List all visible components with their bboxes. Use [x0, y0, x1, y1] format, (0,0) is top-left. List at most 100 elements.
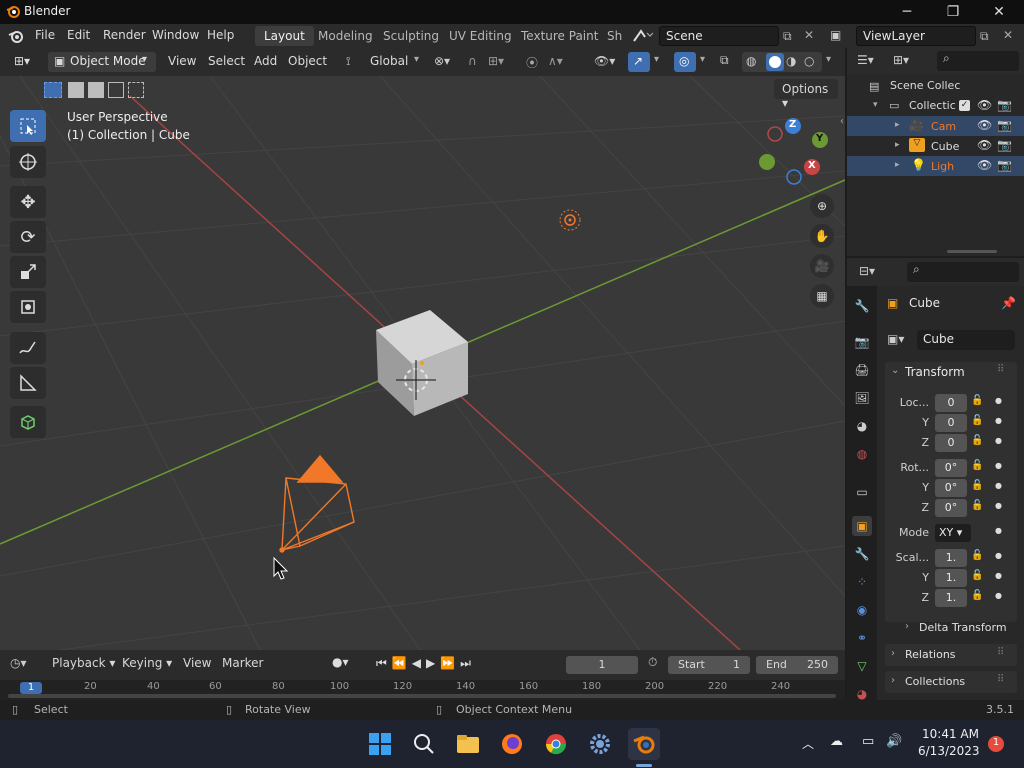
start-frame-field[interactable]: Start 1 [668, 656, 750, 674]
material-shading-icon[interactable]: ◑ [786, 54, 796, 68]
expand-icon[interactable]: ▾ [873, 100, 878, 110]
clock-date[interactable]: 6/13/2023 [918, 744, 980, 758]
timeline-scrollbar[interactable] [8, 694, 836, 698]
expand-icon[interactable]: ▸ [895, 120, 900, 130]
tab-shading[interactable]: Sh [598, 26, 631, 46]
scene-tab-icon[interactable]: ◕ [852, 416, 872, 436]
transform-orientation-dropdown[interactable]: Global [364, 52, 414, 72]
keyframe-dot-icon[interactable]: ● [995, 416, 1002, 425]
constraints-tab-icon[interactable]: ⚭ [852, 628, 872, 648]
chevron-down-icon[interactable]: ⌄ [891, 365, 899, 376]
select-intersect-icon[interactable] [128, 82, 144, 98]
filter-icon[interactable]: ⊞▾ [893, 53, 909, 67]
transform-header[interactable]: Transform [905, 365, 965, 379]
view-menu[interactable]: View [162, 52, 202, 72]
notification-badge[interactable]: 1 [988, 736, 1004, 752]
rotation-x-field[interactable]: 0° [935, 459, 967, 477]
pivot-point-icon[interactable]: ⊗▾ [434, 54, 450, 68]
rendered-shading-icon[interactable]: ○ [804, 54, 814, 68]
blender-taskbar-icon[interactable] [628, 728, 660, 760]
gizmo-toggle-icon[interactable]: ↗ [628, 52, 650, 72]
scene-name-field[interactable]: Scene [659, 26, 779, 46]
menu-render[interactable]: Render [103, 28, 146, 42]
location-z-field[interactable]: 0 [935, 434, 967, 452]
file-explorer-icon[interactable] [452, 728, 484, 760]
overlays-toggle-icon[interactable]: ◎ [674, 52, 696, 72]
add-cube-tool[interactable] [10, 406, 46, 438]
properties-search-input[interactable]: ⌕ [907, 262, 1019, 282]
particles-tab-icon[interactable]: ⁘ [852, 572, 872, 592]
camera-view-icon[interactable]: 🎥 [810, 254, 834, 278]
select-box-tool[interactable] [10, 110, 46, 142]
transform-tool[interactable] [10, 291, 46, 323]
select-invert-icon[interactable] [108, 82, 124, 98]
location-y-field[interactable]: 0 [935, 414, 967, 432]
rotation-y-field[interactable]: 0° [935, 479, 967, 497]
keyframe-dot-icon[interactable]: ● [995, 481, 1002, 490]
delta-transform-header[interactable]: Delta Transform [919, 621, 1007, 634]
menu-file[interactable]: File [35, 28, 55, 42]
sidebar-toggle-icon[interactable]: ‹ [840, 116, 844, 127]
rotation-z-field[interactable]: 0° [935, 499, 967, 517]
close-button[interactable]: ✕ [976, 0, 1022, 24]
keyframe-dot-icon[interactable]: ● [995, 436, 1002, 445]
end-frame-field[interactable]: End 250 [756, 656, 838, 674]
scale-x-field[interactable]: 1. [935, 549, 967, 567]
rotate-tool[interactable]: ⟳ [10, 221, 46, 253]
collections-header[interactable]: Collections [905, 675, 965, 688]
record-icon[interactable]: ●▾ [332, 655, 349, 669]
keyframe-dot-icon[interactable]: ● [995, 396, 1002, 405]
outliner-item-camera[interactable]: Cam [931, 120, 956, 133]
chevron-right-icon[interactable]: › [905, 621, 909, 632]
blender-menu-icon[interactable] [8, 28, 24, 47]
lock-icon[interactable]: 🔓 [971, 590, 983, 601]
menu-help[interactable]: Help [207, 28, 234, 42]
transform-orientation-icon[interactable]: ⟟ [346, 54, 350, 69]
drag-handle-icon[interactable]: ⠿ [997, 364, 1004, 375]
render-camera-icon[interactable]: 📷 [997, 138, 1012, 152]
tool-tab-icon[interactable]: 🔧 [852, 296, 872, 316]
cursor-tool[interactable] [10, 146, 46, 178]
keyframe-dot-icon[interactable]: ● [995, 526, 1002, 535]
falloff-icon[interactable]: ∧▾ [548, 54, 563, 68]
solid-shading-icon[interactable] [766, 53, 784, 71]
tab-modeling[interactable]: Modeling [309, 26, 382, 46]
measure-tool[interactable] [10, 367, 46, 399]
scale-z-field[interactable]: 1. [935, 589, 967, 607]
lock-icon[interactable]: 🔓 [971, 435, 983, 446]
tab-uv-editing[interactable]: UV Editing [440, 26, 521, 46]
timeline-view-menu[interactable]: View [183, 656, 211, 670]
tab-texture-paint[interactable]: Texture Paint [512, 26, 607, 46]
eye-icon[interactable]: 👁 [977, 158, 992, 172]
keyframe-dot-icon[interactable]: ● [995, 461, 1002, 470]
copy-scene-icon[interactable]: ⧉ [783, 29, 792, 44]
remove-view-layer-icon[interactable]: ✕ [1003, 28, 1013, 42]
keying-menu[interactable]: Keying ▾ [122, 656, 172, 670]
firefox-icon[interactable] [496, 728, 528, 760]
render-camera-icon[interactable]: 📷 [997, 118, 1012, 132]
wireframe-shading-icon[interactable]: ◍ [746, 54, 756, 68]
drag-handle-icon[interactable]: ⠿ [997, 674, 1004, 685]
copy-view-layer-icon[interactable]: ⧉ [980, 29, 989, 44]
physics-tab-icon[interactable]: ◉ [852, 600, 872, 620]
timeline-editor-icon[interactable]: ◷▾ [10, 656, 27, 670]
expand-icon[interactable]: ▸ [895, 160, 900, 170]
render-camera-icon[interactable]: 📷 [997, 98, 1012, 112]
drag-handle-icon[interactable]: ⠿ [997, 647, 1004, 658]
location-x-field[interactable]: 0 [935, 394, 967, 412]
tab-sculpting[interactable]: Sculpting [374, 26, 448, 46]
keyframe-dot-icon[interactable]: ● [995, 501, 1002, 510]
collection-tab-icon[interactable]: ▭ [852, 482, 872, 502]
remove-scene-icon[interactable]: ✕ [804, 28, 814, 42]
chevron-down-icon[interactable]: ▾ [826, 54, 831, 65]
network-icon[interactable]: ☁ [830, 734, 843, 749]
search-icon[interactable] [408, 728, 440, 760]
select-menu[interactable]: Select [202, 52, 251, 72]
outliner-item-collection[interactable]: Collectic [909, 99, 956, 112]
object-tab-icon[interactable]: ▣ [852, 516, 872, 536]
playback-controls[interactable]: ⏮⏪◀▶⏩⏭ [376, 656, 476, 671]
view-layer-field[interactable]: ViewLayer [856, 26, 976, 46]
outliner-search-input[interactable]: ⌕ [937, 51, 1019, 71]
output-tab-icon[interactable]: 🖨 [852, 360, 872, 380]
annotate-tool[interactable] [10, 332, 46, 364]
